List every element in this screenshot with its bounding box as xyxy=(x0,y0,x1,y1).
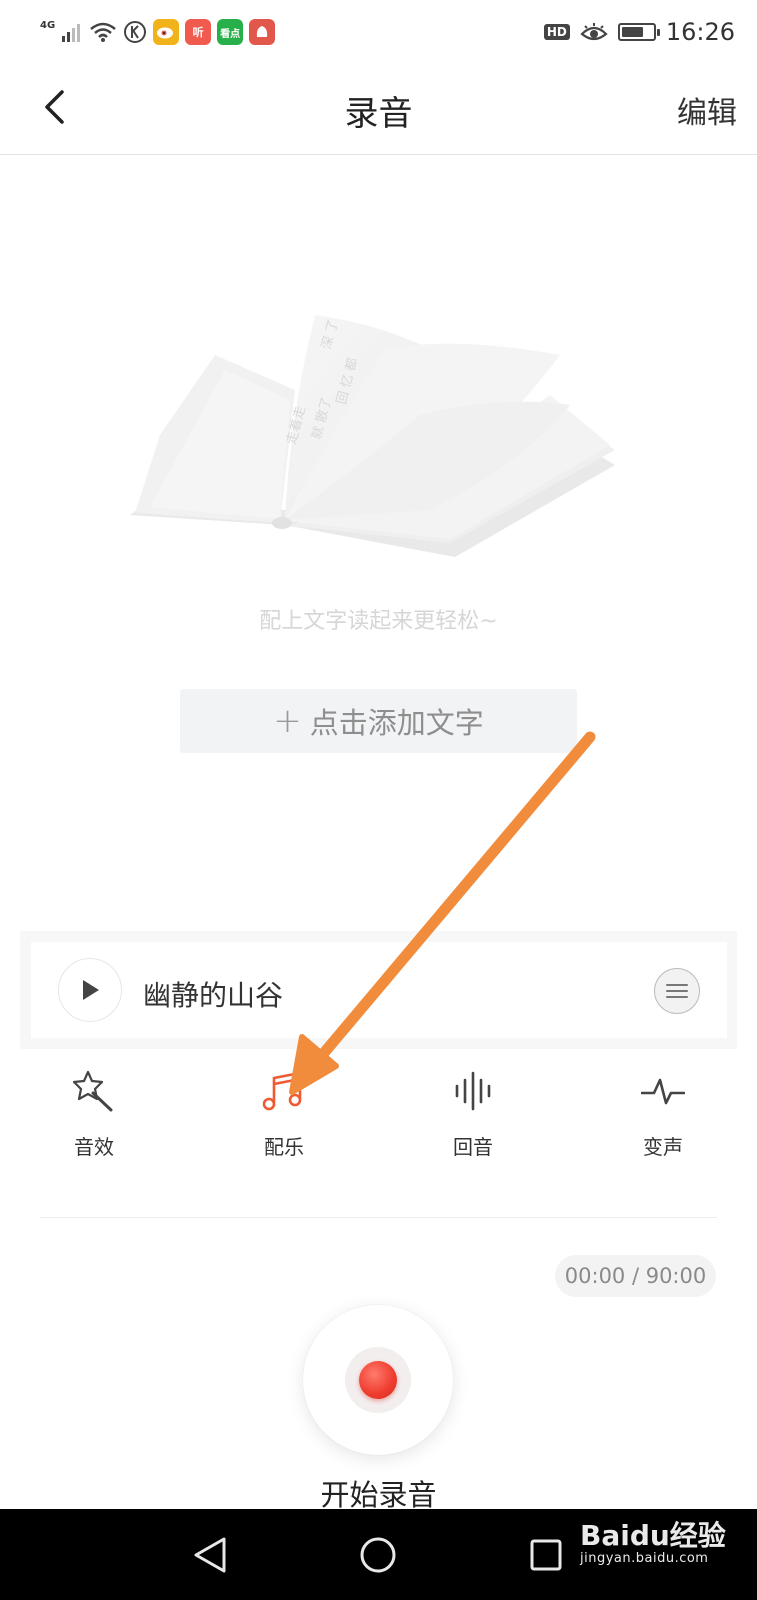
tool-label-sound-effect: 音效 xyxy=(74,1135,114,1159)
kandian-app-icon: 看点 xyxy=(217,19,244,45)
eye-icon xyxy=(580,23,608,41)
back-button[interactable] xyxy=(30,82,80,132)
weibo-app-icon xyxy=(153,19,180,45)
baidu-watermark: Baidu经验 jingyan.baidu.com xyxy=(580,1521,726,1567)
shell-app-icon xyxy=(249,19,276,45)
record-button[interactable] xyxy=(303,1305,453,1455)
tool-echo[interactable]: 回音 xyxy=(413,1067,533,1177)
tool-background-music[interactable]: 配乐 xyxy=(224,1067,344,1177)
system-back-button[interactable] xyxy=(186,1531,234,1579)
status-bar: 4G 听 看点 HD 16:26 xyxy=(0,0,757,64)
open-book-illustration: 走着走 就 散了 回 忆 都 深 了 xyxy=(130,315,615,557)
music-card xyxy=(31,942,727,1038)
tool-voice-change[interactable]: 变声 xyxy=(603,1067,723,1177)
divider xyxy=(40,1217,717,1218)
status-right: HD 16:26 xyxy=(543,18,735,46)
tool-label-background-music: 配乐 xyxy=(264,1135,304,1159)
signal-icon xyxy=(62,24,81,42)
system-nav-bar: Baidu经验 jingyan.baidu.com xyxy=(0,1509,757,1600)
k-circle-icon xyxy=(124,21,147,43)
pulse-icon xyxy=(639,1067,687,1115)
add-text-label: 点击添加文字 xyxy=(309,706,484,740)
plus-icon: + xyxy=(273,701,302,741)
watermark-url: jingyan.baidu.com xyxy=(580,1551,709,1566)
nav-bar: 录音 编辑 xyxy=(0,64,757,155)
tools-row: 音效 配乐 回音 变声 xyxy=(0,1067,757,1177)
track-name: 幽静的山谷 xyxy=(143,979,284,1012)
battery-icon xyxy=(617,23,660,41)
circle-home-icon xyxy=(360,1537,396,1573)
hd-badge: HD xyxy=(543,24,570,40)
page-title: 录音 xyxy=(344,94,413,134)
watermark-brand: Baidu经验 xyxy=(580,1519,726,1552)
wifi-icon xyxy=(90,22,116,42)
system-recents-button[interactable] xyxy=(522,1531,570,1579)
system-home-button[interactable] xyxy=(354,1531,402,1579)
record-ring xyxy=(345,1347,411,1413)
listen-app-icon: 听 xyxy=(185,19,212,45)
status-left: 4G 听 看点 xyxy=(40,19,276,45)
play-button[interactable] xyxy=(58,958,122,1022)
tool-label-echo: 回音 xyxy=(453,1135,493,1159)
chevron-left-icon xyxy=(45,90,64,124)
clock: 16:26 xyxy=(665,18,735,46)
tool-label-voice-change: 变声 xyxy=(643,1135,683,1159)
edit-button[interactable]: 编辑 xyxy=(677,88,737,132)
record-dot-icon xyxy=(359,1361,397,1399)
tool-sound-effect[interactable]: 音效 xyxy=(34,1067,154,1177)
battery-fill xyxy=(621,27,643,37)
network-type: 4G xyxy=(40,20,56,31)
record-label: 开始录音 xyxy=(320,1478,437,1512)
play-icon xyxy=(83,980,99,1000)
playlist-menu-button[interactable] xyxy=(654,968,700,1014)
empty-hint-text: 配上文字读起来更轻松~ xyxy=(259,609,498,634)
triangle-back-icon xyxy=(194,1537,226,1573)
square-recents-icon xyxy=(530,1539,562,1571)
timer-badge: 00:00 / 90:00 xyxy=(555,1255,716,1297)
menu-lines-icon xyxy=(666,984,688,998)
sound-wave-icon xyxy=(449,1067,497,1115)
music-note-icon xyxy=(260,1067,308,1115)
add-text-button[interactable]: + 点击添加文字 xyxy=(180,689,577,753)
magic-wand-icon xyxy=(70,1067,118,1115)
